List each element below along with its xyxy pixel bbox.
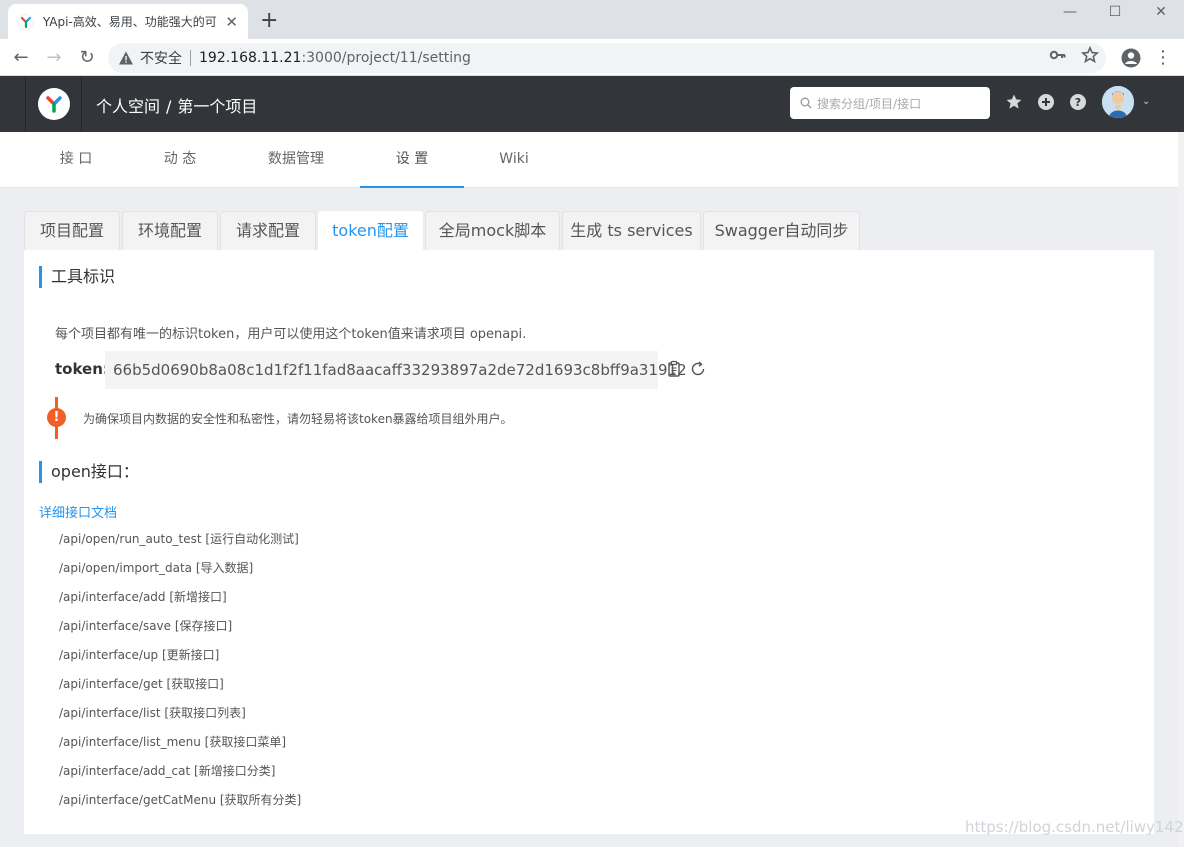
subnav-settings[interactable]: 设 置 <box>360 132 464 188</box>
subnav-data[interactable]: 数据管理 <box>254 132 338 188</box>
yapi-favicon-icon <box>18 13 34 30</box>
exclamation-icon: ! <box>47 408 66 427</box>
list-item: /api/interface/up [更新接口] <box>59 648 220 662</box>
maximize-icon[interactable]: ☐ <box>1092 0 1138 24</box>
subnav-activity[interactable]: 动 态 <box>138 132 222 188</box>
token-value[interactable]: 66b5d0690b8a08c1d1f2f11fad8aacaff3329389… <box>105 351 687 389</box>
tab-title: YApi-高效、易用、功能强大的可 <box>42 15 217 29</box>
back-arrow-icon[interactable]: ← <box>8 45 34 71</box>
url-text: 192.168.11.21:3000/project/11/setting <box>199 50 471 66</box>
list-item: /api/interface/get [获取接口] <box>59 677 224 691</box>
list-item: /api/interface/add_cat [新增接口分类] <box>59 764 276 778</box>
subnav-wiki[interactable]: Wiki <box>472 132 556 188</box>
help-icon[interactable]: ? <box>1069 93 1087 111</box>
window-close-icon[interactable]: ✕ <box>1138 0 1184 24</box>
omnibox-divider <box>190 50 191 66</box>
tab-token-config[interactable]: token配置 <box>318 211 423 251</box>
url-path: :3000/project/11/setting <box>301 50 471 66</box>
tab-project-config[interactable]: 项目配置 <box>24 211 120 250</box>
url-omnibox[interactable]: 不安全 192.168.11.21:3000/project/11/settin… <box>108 43 1106 73</box>
subnav-interface[interactable]: 接 口 <box>34 132 118 188</box>
list-item: /api/interface/add [新增接口] <box>59 590 227 604</box>
avatar-image-icon <box>1102 86 1134 118</box>
warning-alert: ! 为确保项目内数据的安全性和私密性，请勿轻易将该token暴露给项目组外用户。 <box>47 397 647 439</box>
project-subnav: 接 口 动 态 数据管理 设 置 Wiki <box>0 132 1178 188</box>
tab-request-config[interactable]: 请求配置 <box>220 211 316 250</box>
key-icon[interactable] <box>1049 46 1067 64</box>
tab-ts-services[interactable]: 生成 ts services <box>562 211 701 250</box>
list-item: /api/open/import_data [导入数据] <box>59 561 254 575</box>
watermark: https://blog.csdn.net/liwy1428 <box>965 818 1184 836</box>
new-tab-button[interactable]: + <box>260 8 278 34</box>
token-panel: 工具标识 每个项目都有唯一的标识token，用户可以使用这个token值来请求项… <box>24 250 1154 834</box>
browser-menu-icon[interactable]: ⋮ <box>1150 45 1176 71</box>
bookmark-star-icon[interactable] <box>1081 46 1099 64</box>
list-item: /api/open/run_auto_test [运行自动化测试] <box>59 532 299 546</box>
section-title-open-api: open接口： <box>39 461 139 483</box>
avatar[interactable] <box>1102 86 1134 118</box>
api-doc-link[interactable]: 详细接口文档 <box>39 502 117 521</box>
list-item: /api/interface/list_menu [获取接口菜单] <box>59 735 287 749</box>
breadcrumb-space[interactable]: 个人空间 <box>96 97 160 116</box>
list-item: /api/interface/getCatMenu [获取所有分类] <box>59 793 302 807</box>
warning-triangle-icon <box>119 51 133 65</box>
add-icon[interactable] <box>1037 93 1055 111</box>
list-item: /api/interface/list [获取接口列表] <box>59 706 246 720</box>
reload-icon[interactable]: ↻ <box>74 45 100 71</box>
alert-message: 为确保项目内数据的安全性和私密性，请勿轻易将该token暴露给项目组外用户。 <box>83 412 513 426</box>
search-input[interactable]: 搜索分组/项目/接口 <box>790 87 990 119</box>
yapi-logo-icon <box>45 96 62 113</box>
token-description: 每个项目都有唯一的标识token，用户可以使用这个token值来请求项目 ope… <box>55 327 527 342</box>
list-item: /api/interface/save [保存接口] <box>59 619 233 633</box>
insecure-label: 不安全 <box>140 51 182 67</box>
browser-tab[interactable]: YApi-高效、易用、功能强大的可 ✕ <box>8 4 248 39</box>
breadcrumb: 个人空间 / 第一个项目 <box>96 93 257 117</box>
breadcrumb-project[interactable]: 第一个项目 <box>177 97 257 116</box>
logo-circle <box>37 88 70 120</box>
tab-global-mock[interactable]: 全局mock脚本 <box>425 211 560 250</box>
app-header: 个人空间 / 第一个项目 搜索分组/项目/接口 ? ⌄ <box>0 76 1184 132</box>
chevron-down-icon[interactable]: ⌄ <box>1142 96 1150 107</box>
svg-text:?: ? <box>1075 96 1081 109</box>
browser-tabstrip: YApi-高效、易用、功能强大的可 ✕ + — ☐ ✕ <box>0 0 1184 39</box>
tab-env-config[interactable]: 环境配置 <box>122 211 218 250</box>
yapi-logo[interactable] <box>25 76 82 132</box>
search-placeholder: 搜索分组/项目/接口 <box>817 96 922 111</box>
account-icon[interactable] <box>1121 48 1141 68</box>
copy-icon[interactable] <box>665 360 683 378</box>
star-icon[interactable] <box>1005 93 1023 111</box>
token-label: token: <box>55 360 109 378</box>
section-title-tool-id: 工具标识 <box>39 266 115 288</box>
address-bar: ← → ↻ 不安全 192.168.11.21:3000/project/11/… <box>0 39 1184 76</box>
forward-arrow-icon[interactable]: → <box>41 45 67 71</box>
url-host: 192.168.11.21 <box>199 50 302 66</box>
page-scrollbar[interactable] <box>1178 132 1184 847</box>
tab-swagger-sync[interactable]: Swagger自动同步 <box>703 211 860 250</box>
breadcrumb-separator: / <box>166 97 172 116</box>
close-tab-icon[interactable]: ✕ <box>225 13 238 31</box>
search-icon <box>800 97 812 109</box>
api-list: /api/open/run_auto_test [运行自动化测试] /api/o… <box>59 531 301 821</box>
refresh-icon[interactable] <box>689 360 707 378</box>
minimize-icon[interactable]: — <box>1047 0 1093 24</box>
